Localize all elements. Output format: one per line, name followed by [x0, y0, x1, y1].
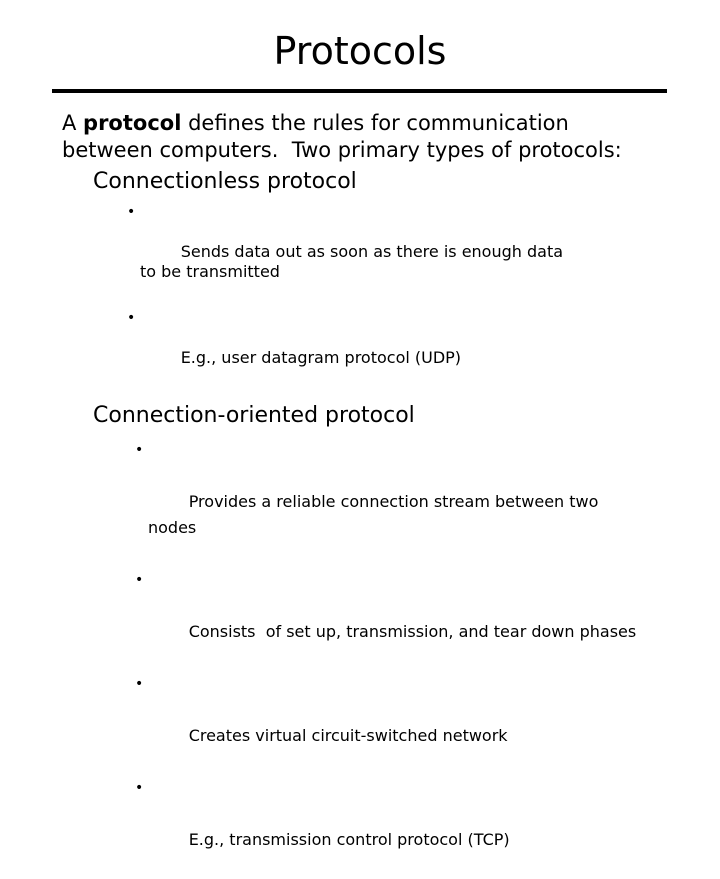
list-item: • Consists of set up, transmission, and …: [0, 567, 648, 671]
list-item-text: Consists of set up, transmission, and te…: [188, 622, 637, 641]
slide-body: A protocol defines the rules for communi…: [0, 110, 720, 879]
bullet-dot-icon: •: [127, 204, 136, 220]
list-item: • E.g., transmission control protocol (T…: [0, 775, 648, 879]
slide-canvas: Protocols A protocol defines the rules f…: [0, 0, 720, 849]
list-item: • Sends data out as soon as there is eno…: [0, 202, 580, 302]
list-item: • E.g., user datagram protocol (UDP): [0, 308, 580, 388]
list-item-text: E.g., user datagram protocol (UDP): [180, 348, 462, 367]
list-item-text: Sends data out as soon as there is enoug…: [140, 242, 569, 281]
list-item-text: Creates virtual circuit-switched network: [188, 726, 508, 745]
list-item: • Provides a reliable connection stream …: [0, 437, 648, 567]
bullet-list-connectionless: • Sends data out as soon as there is eno…: [0, 202, 720, 388]
bullet-dot-icon: •: [127, 310, 136, 326]
bullet-dot-icon: •: [135, 676, 144, 692]
list-item-text: Provides a reliable connection stream be…: [148, 492, 604, 537]
lead-text-bold-term: protocol: [83, 111, 182, 135]
bullet-dot-icon: •: [135, 780, 144, 796]
lead-text-before-bold: A: [62, 111, 84, 135]
bullet-dot-icon: •: [135, 442, 144, 458]
title-area: Protocols: [0, 28, 720, 74]
list-item-text: E.g., transmission control protocol (TCP…: [188, 830, 510, 849]
section-heading-connection-oriented: Connection-oriented protocol: [93, 403, 415, 428]
lead-paragraph: A protocol defines the rules for communi…: [0, 110, 622, 164]
title-divider-rule: [52, 89, 667, 93]
list-item: • Creates virtual circuit-switched netwo…: [0, 671, 648, 775]
bullet-dot-icon: •: [135, 572, 144, 588]
section-heading-connectionless: Connectionless protocol: [93, 169, 357, 194]
bullet-list-connection-oriented: • Provides a reliable connection stream …: [0, 437, 720, 879]
page-title: Protocols: [273, 29, 447, 73]
